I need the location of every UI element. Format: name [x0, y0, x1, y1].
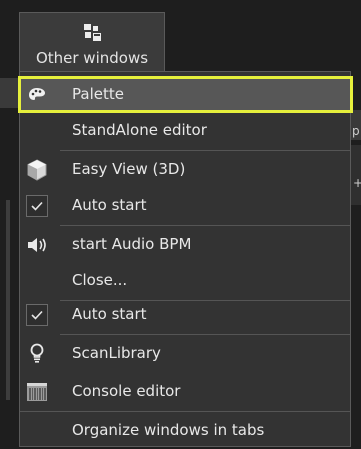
menu-item-label: Console editor: [72, 382, 181, 400]
palette-icon: [24, 82, 50, 108]
cube-3d-icon: [24, 157, 50, 183]
menu-item-auto-start-2[interactable]: Auto start: [20, 297, 350, 333]
menu-item-start-audio-bpm[interactable]: start Audio BPM: [20, 227, 350, 263]
menu-separator: [60, 225, 350, 226]
menu-item-label: start Audio BPM: [72, 235, 192, 253]
lightbulb-icon: [24, 341, 50, 367]
menu-item-label: Easy View (3D): [72, 160, 186, 178]
menu-item-organize-windows-in-tabs[interactable]: Organize windows in tabs: [20, 413, 350, 449]
menu-item-scan-library[interactable]: ScanLibrary: [20, 336, 350, 372]
windows-grid-icon: [83, 23, 103, 43]
menu-item-label: Close...: [72, 271, 128, 289]
menu-item-label: Palette: [72, 85, 124, 103]
menu-item-label: Auto start: [72, 305, 147, 323]
speaker-icon: [24, 232, 50, 258]
menu-separator: [20, 411, 350, 412]
menu-separator: [60, 150, 350, 151]
menu-item-auto-start-1[interactable]: Auto start: [20, 188, 350, 224]
checkbox-checked-icon[interactable]: [24, 193, 50, 219]
menu-item-console-editor[interactable]: Console editor: [20, 374, 350, 410]
menu-item-label: StandAlone editor: [72, 121, 207, 139]
menu-item-standalone-editor[interactable]: StandAlone editor: [20, 113, 350, 149]
menu-item-easy-view-3d[interactable]: Easy View (3D): [20, 152, 350, 188]
bg-strip-left: [0, 78, 19, 108]
console-icon: [24, 379, 50, 405]
bg-strip-right-2: [351, 145, 361, 205]
menu-item-close[interactable]: Close...: [20, 263, 350, 299]
other-windows-button[interactable]: Other windows: [19, 12, 165, 71]
menu-item-label: ScanLibrary: [72, 344, 161, 362]
bg-fragment-p: p: [352, 124, 360, 138]
other-windows-label: Other windows: [35, 49, 149, 67]
bg-fragment-plus: +: [353, 176, 361, 190]
app-window: p + Other windows Palette StandAlone edi…: [0, 0, 361, 449]
menu-item-label: Organize windows in tabs: [72, 421, 265, 439]
menu-separator: [60, 334, 350, 335]
checkbox-checked-icon[interactable]: [24, 302, 50, 328]
bg-strip-left-2: [6, 200, 10, 400]
other-windows-menu: Palette StandAlone editor Easy View (3D): [18, 71, 353, 449]
menu-item-label: Auto start: [72, 196, 147, 214]
menu-item-palette[interactable]: Palette: [20, 77, 350, 113]
